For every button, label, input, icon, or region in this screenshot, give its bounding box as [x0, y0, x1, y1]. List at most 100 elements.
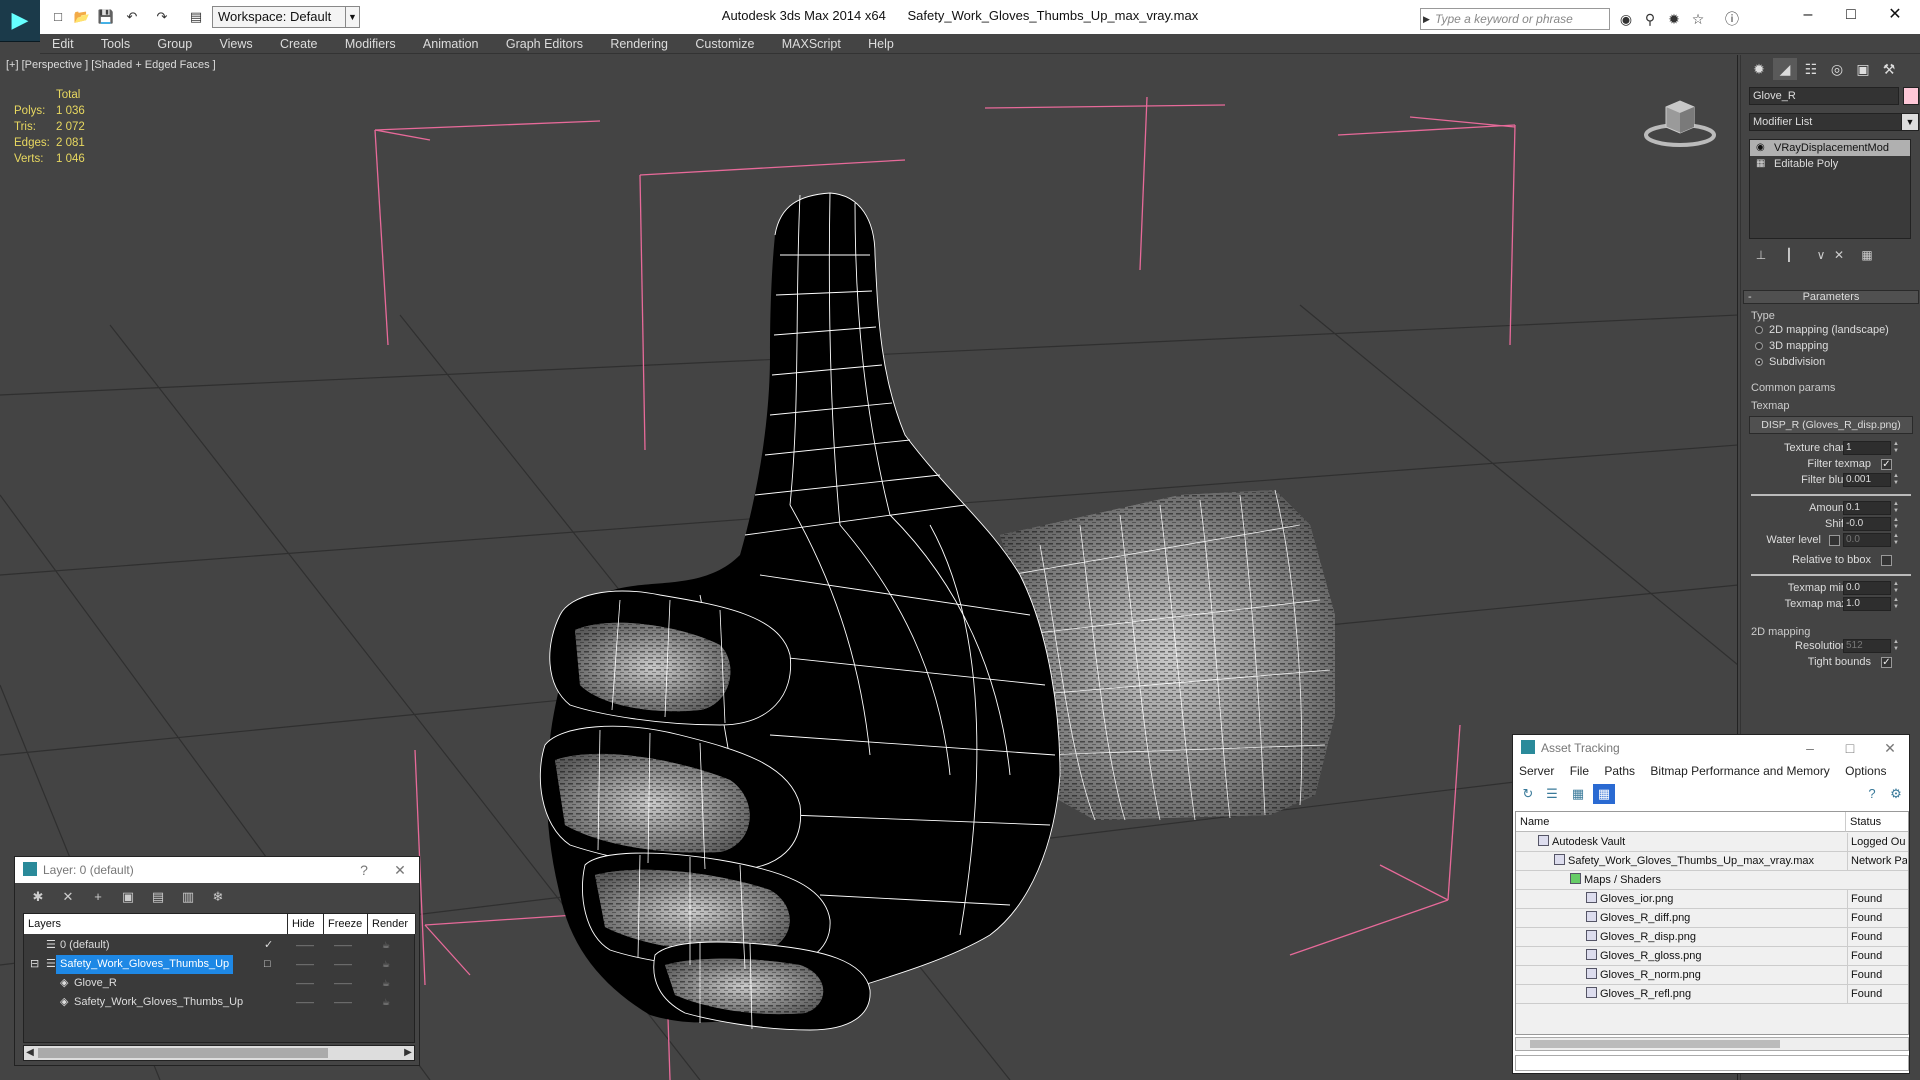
menu-rendering[interactable]: Rendering [598, 34, 680, 54]
help-icon[interactable]: ? [1861, 784, 1883, 804]
menu-bitmap-performance[interactable]: Bitmap Performance and Memory [1644, 761, 1835, 781]
menu-create[interactable]: Create [268, 34, 330, 54]
help-button[interactable]: ? [349, 857, 379, 883]
hide-toggle[interactable]: —— [296, 955, 314, 974]
hide-all-icon[interactable]: ▥ [177, 887, 199, 907]
pin-stack-icon[interactable]: ⊥ [1751, 245, 1771, 265]
stack-item-editable-poly[interactable]: ▦ Editable Poly [1750, 156, 1910, 172]
table-view-icon[interactable]: ▦ [1593, 784, 1615, 804]
asset-row[interactable]: Gloves_R_gloss.png Found [1516, 947, 1908, 966]
layer-object-row[interactable]: ◈ Safety_Work_Gloves_Thumbs_Up —— —— ☕ [24, 993, 414, 1012]
menu-maxscript[interactable]: MAXScript [770, 34, 853, 54]
chevron-down-icon[interactable]: ▼ [1901, 113, 1919, 131]
close-button[interactable]: ✕ [385, 857, 415, 883]
layer-window-titlebar[interactable]: Layer: 0 (default) ? ✕ [15, 857, 419, 883]
radio-2d-mapping[interactable]: 2D mapping (landscape) [1743, 322, 1919, 338]
menu-customize[interactable]: Customize [683, 34, 766, 54]
column-header-freeze[interactable]: Freeze [324, 914, 368, 934]
menu-edit[interactable]: Edit [40, 34, 86, 54]
freeze-toggle[interactable]: —— [334, 936, 352, 955]
thumbnail-view-icon[interactable]: ▦ [1567, 784, 1589, 804]
new-file-icon[interactable]: □ [48, 7, 68, 27]
hide-toggle[interactable]: —— [296, 974, 314, 993]
project-folder-icon[interactable]: ▤ [186, 7, 206, 27]
active-layer-checkmark-icon[interactable]: ✓ [264, 936, 273, 955]
radio-3d-mapping[interactable]: 3D mapping [1743, 338, 1919, 354]
delete-layer-icon[interactable]: ✕ [57, 887, 79, 907]
render-teapot-icon[interactable]: ☕ [382, 936, 390, 955]
help-icon[interactable]: ⓘ [1722, 9, 1742, 29]
asset-row[interactable]: Safety_Work_Gloves_Thumbs_Up_max_vray.ma… [1516, 852, 1908, 871]
workspace-dropdown[interactable]: Workspace: Default ▼ [212, 6, 360, 28]
column-header-name[interactable]: Name [1516, 812, 1846, 832]
object-color-swatch[interactable] [1903, 87, 1919, 105]
lightbulb-icon[interactable]: ◉ [1756, 140, 1765, 156]
asset-window-titlebar[interactable]: Asset Tracking – □ ✕ [1513, 735, 1909, 761]
column-header-layers[interactable]: Layers [24, 914, 288, 934]
create-tab-icon[interactable]: ✹ [1747, 58, 1771, 80]
layer-object-row[interactable]: ◈ Glove_R —— —— ☕ [24, 974, 414, 993]
add-to-layer-icon[interactable]: + [87, 887, 109, 907]
texmap-min-spinner[interactable]: 0.0 [1843, 581, 1891, 595]
object-name-field[interactable]: Glove_R [1749, 87, 1899, 105]
menu-options[interactable]: Options [1839, 761, 1892, 781]
shift-spinner[interactable]: -0.0 [1843, 517, 1891, 531]
make-unique-icon[interactable]: ∨ [1811, 245, 1831, 265]
parameters-rollout-header[interactable]: - Parameters [1743, 290, 1919, 304]
show-end-result-icon[interactable]: ┃ [1779, 245, 1799, 265]
asset-row[interactable]: Gloves_R_refl.png Found [1516, 985, 1908, 1004]
search-expand-icon[interactable]: ▶ [1423, 9, 1430, 29]
maximize-button[interactable]: □ [1828, 0, 1874, 30]
search-icon[interactable]: ⚲ [1640, 9, 1660, 29]
redo-icon[interactable]: ↷ [152, 7, 172, 27]
relative-bbox-checkbox[interactable] [1881, 555, 1892, 566]
asset-row[interactable]: Gloves_R_diff.png Found [1516, 909, 1908, 928]
render-teapot-icon[interactable]: ☕ [382, 955, 390, 974]
spinner-arrows-icon[interactable]: ▲ ▼ [1893, 533, 1901, 547]
render-teapot-icon[interactable]: ☕ [382, 993, 390, 1012]
radio-subdivision[interactable]: Subdivision [1743, 354, 1919, 370]
star-icon[interactable]: ☆ [1688, 9, 1708, 29]
hide-toggle[interactable]: —— [296, 936, 314, 955]
refresh-icon[interactable]: ↻ [1517, 784, 1539, 804]
list-view-icon[interactable]: ☰ [1541, 784, 1563, 804]
scroll-thumb[interactable] [38, 1048, 328, 1058]
menu-tools[interactable]: Tools [89, 34, 142, 54]
asset-row[interactable]: Gloves_ior.png Found [1516, 890, 1908, 909]
asset-horizontal-scrollbar[interactable] [1515, 1037, 1909, 1051]
undo-icon[interactable]: ↶ [122, 7, 142, 27]
menu-group[interactable]: Group [145, 34, 204, 54]
spinner-arrows-icon[interactable]: ▲ ▼ [1893, 581, 1901, 595]
hierarchy-tab-icon[interactable]: ☷ [1799, 58, 1823, 80]
tight-bounds-checkbox[interactable]: ✓ [1881, 657, 1892, 668]
menu-modifiers[interactable]: Modifiers [333, 34, 408, 54]
modify-tab-icon[interactable]: ◢ [1773, 58, 1797, 80]
binoculars-icon[interactable]: ◉ [1616, 9, 1636, 29]
close-button[interactable]: ✕ [1875, 735, 1905, 761]
utilities-tab-icon[interactable]: ⚒ [1877, 58, 1901, 80]
asset-row[interactable]: Maps / Shaders [1516, 871, 1908, 890]
highlight-layer-icon[interactable]: ▤ [147, 887, 169, 907]
layer-row[interactable]: ⊟ ☰ Safety_Work_Gloves_Thumbs_Up □ —— ——… [24, 955, 414, 974]
asset-row[interactable]: Gloves_R_norm.png Found [1516, 966, 1908, 985]
menu-views[interactable]: Views [208, 34, 265, 54]
menu-paths[interactable]: Paths [1598, 761, 1641, 781]
modifier-list-dropdown[interactable]: Modifier List [1749, 113, 1911, 131]
column-header-render[interactable]: Render [368, 914, 416, 934]
viewport-label[interactable]: [+] [Perspective ] [Shaded + Edged Faces… [6, 59, 216, 71]
asset-row[interactable]: Autodesk Vault Logged Ou [1516, 833, 1908, 852]
scroll-thumb[interactable] [1530, 1040, 1780, 1048]
filter-texmap-checkbox[interactable]: ✓ [1881, 459, 1892, 470]
asset-row[interactable]: Gloves_R_disp.png Found [1516, 928, 1908, 947]
scroll-left-icon[interactable]: ◀ [24, 1046, 36, 1060]
search-input[interactable]: ▶ Type a keyword or phrase [1420, 8, 1610, 30]
viewcube[interactable] [1640, 93, 1720, 156]
minimize-button[interactable]: – [1785, 0, 1831, 30]
texture-chan-spinner[interactable]: 1 [1843, 441, 1891, 455]
render-teapot-icon[interactable]: ☕ [382, 974, 390, 993]
app-logo-button[interactable]: ▶ [0, 0, 40, 42]
spinner-arrows-icon[interactable]: ▲ ▼ [1893, 597, 1901, 611]
menu-help[interactable]: Help [856, 34, 906, 54]
minimize-button[interactable]: – [1795, 735, 1825, 761]
spinner-arrows-icon[interactable]: ▲ ▼ [1893, 639, 1901, 653]
